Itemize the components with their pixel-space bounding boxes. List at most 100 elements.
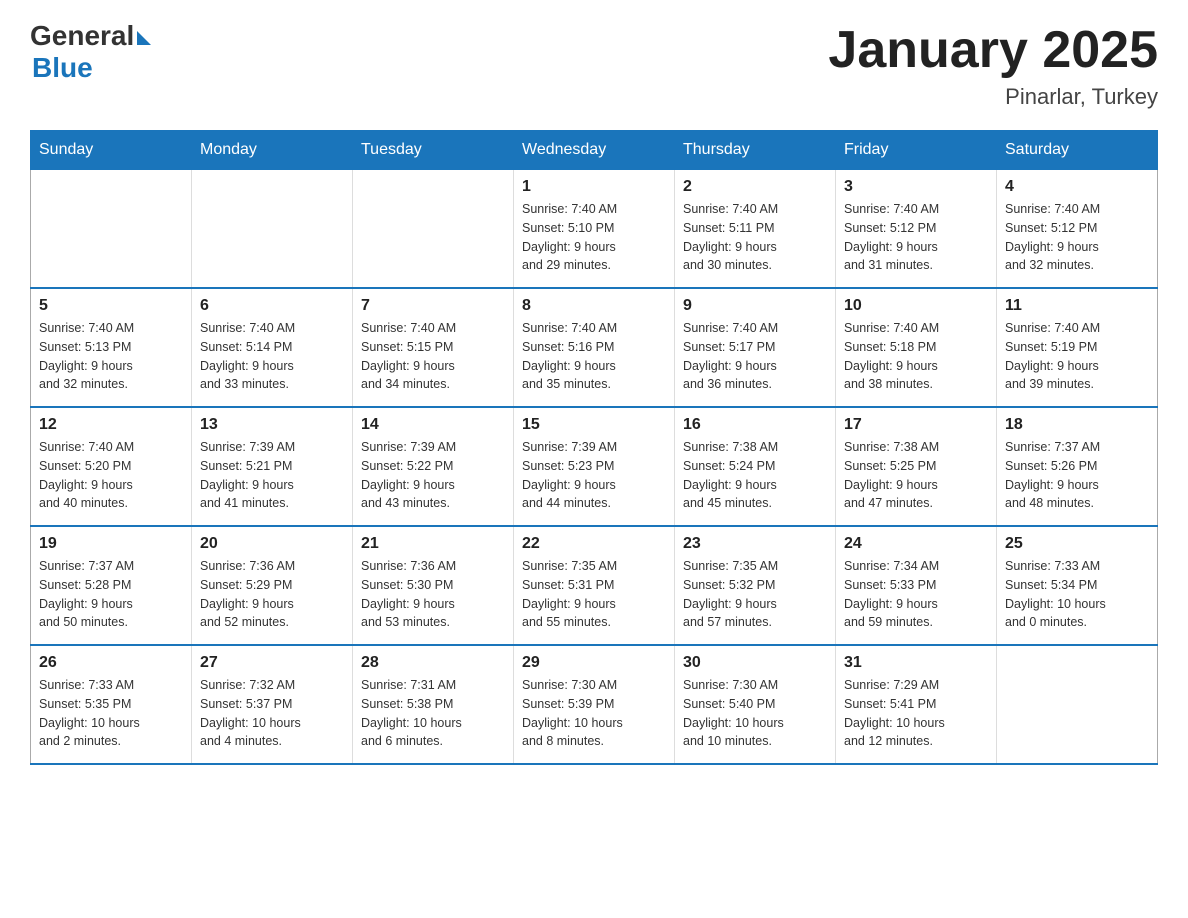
day-info: Sunrise: 7:33 AM Sunset: 5:34 PM Dayligh… xyxy=(1005,557,1149,632)
day-info: Sunrise: 7:33 AM Sunset: 5:35 PM Dayligh… xyxy=(39,676,183,751)
day-info: Sunrise: 7:39 AM Sunset: 5:21 PM Dayligh… xyxy=(200,438,344,513)
day-info: Sunrise: 7:40 AM Sunset: 5:10 PM Dayligh… xyxy=(522,200,666,275)
calendar-week-row: 5 Sunrise: 7:40 AM Sunset: 5:13 PM Daylig… xyxy=(31,288,1158,407)
calendar-cell: 18 Sunrise: 7:37 AM Sunset: 5:26 PM Dayli… xyxy=(997,407,1158,526)
calendar-week-row: 19Sunrise: 7:37 AM Sunset: 5:28 PM Dayli… xyxy=(31,526,1158,645)
day-info: Sunrise: 7:40 AM Sunset: 5:11 PM Dayligh… xyxy=(683,200,827,275)
calendar-cell: 13 Sunrise: 7:39 AM Sunset: 5:21 PM Dayli… xyxy=(192,407,353,526)
day-info: Sunrise: 7:40 AM Sunset: 5:12 PM Dayligh… xyxy=(1005,200,1149,275)
calendar-cell: 26 Sunrise: 7:33 AM Sunset: 5:35 PM Dayli… xyxy=(31,645,192,764)
calendar-cell: 9 Sunrise: 7:40 AM Sunset: 5:17 PM Daylig… xyxy=(675,288,836,407)
day-info: Sunrise: 7:30 AM Sunset: 5:40 PM Dayligh… xyxy=(683,676,827,751)
day-info: Sunrise: 7:40 AM Sunset: 5:14 PM Dayligh… xyxy=(200,319,344,394)
day-number: 15 xyxy=(522,416,666,434)
calendar-cell: 27Sunrise: 7:32 AM Sunset: 5:37 PM Dayli… xyxy=(192,645,353,764)
day-number: 8 xyxy=(522,297,666,315)
day-number: 30 xyxy=(683,654,827,672)
day-number: 13 xyxy=(200,416,344,434)
calendar-table: SundayMondayTuesdayWednesdayThursdayFrid… xyxy=(30,130,1158,765)
weekday-header-wednesday: Wednesday xyxy=(514,131,675,170)
calendar-cell: 28Sunrise: 7:31 AM Sunset: 5:38 PM Dayli… xyxy=(353,645,514,764)
day-info: Sunrise: 7:36 AM Sunset: 5:30 PM Dayligh… xyxy=(361,557,505,632)
calendar-cell: 2 Sunrise: 7:40 AM Sunset: 5:11 PM Daylig… xyxy=(675,170,836,289)
day-number: 5 xyxy=(39,297,183,315)
calendar-cell: 25 Sunrise: 7:33 AM Sunset: 5:34 PM Dayli… xyxy=(997,526,1158,645)
day-info: Sunrise: 7:38 AM Sunset: 5:25 PM Dayligh… xyxy=(844,438,988,513)
logo: General Blue xyxy=(30,20,151,84)
day-info: Sunrise: 7:40 AM Sunset: 5:18 PM Dayligh… xyxy=(844,319,988,394)
calendar-cell: 7 Sunrise: 7:40 AM Sunset: 5:15 PM Daylig… xyxy=(353,288,514,407)
day-info: Sunrise: 7:29 AM Sunset: 5:41 PM Dayligh… xyxy=(844,676,988,751)
day-number: 26 xyxy=(39,654,183,672)
day-info: Sunrise: 7:40 AM Sunset: 5:20 PM Dayligh… xyxy=(39,438,183,513)
calendar-cell: 15 Sunrise: 7:39 AM Sunset: 5:23 PM Dayli… xyxy=(514,407,675,526)
day-number: 7 xyxy=(361,297,505,315)
day-number: 20 xyxy=(200,535,344,553)
calendar-cell: 17 Sunrise: 7:38 AM Sunset: 5:25 PM Dayli… xyxy=(836,407,997,526)
day-number: 9 xyxy=(683,297,827,315)
logo-general-text: General xyxy=(30,20,134,52)
day-info: Sunrise: 7:35 AM Sunset: 5:31 PM Dayligh… xyxy=(522,557,666,632)
calendar-cell xyxy=(192,170,353,289)
day-info: Sunrise: 7:34 AM Sunset: 5:33 PM Dayligh… xyxy=(844,557,988,632)
weekday-header-friday: Friday xyxy=(836,131,997,170)
weekday-header-thursday: Thursday xyxy=(675,131,836,170)
calendar-cell: 16Sunrise: 7:38 AM Sunset: 5:24 PM Dayli… xyxy=(675,407,836,526)
calendar-cell: 19Sunrise: 7:37 AM Sunset: 5:28 PM Dayli… xyxy=(31,526,192,645)
day-info: Sunrise: 7:37 AM Sunset: 5:26 PM Dayligh… xyxy=(1005,438,1149,513)
day-number: 6 xyxy=(200,297,344,315)
calendar-title: January 2025 xyxy=(828,20,1158,80)
day-number: 29 xyxy=(522,654,666,672)
day-number: 22 xyxy=(522,535,666,553)
day-info: Sunrise: 7:30 AM Sunset: 5:39 PM Dayligh… xyxy=(522,676,666,751)
day-number: 27 xyxy=(200,654,344,672)
calendar-cell xyxy=(31,170,192,289)
weekday-header-sunday: Sunday xyxy=(31,131,192,170)
day-number: 28 xyxy=(361,654,505,672)
day-info: Sunrise: 7:39 AM Sunset: 5:23 PM Dayligh… xyxy=(522,438,666,513)
calendar-header-row: SundayMondayTuesdayWednesdayThursdayFrid… xyxy=(31,131,1158,170)
calendar-cell: 23Sunrise: 7:35 AM Sunset: 5:32 PM Dayli… xyxy=(675,526,836,645)
day-info: Sunrise: 7:40 AM Sunset: 5:17 PM Dayligh… xyxy=(683,319,827,394)
day-info: Sunrise: 7:36 AM Sunset: 5:29 PM Dayligh… xyxy=(200,557,344,632)
page-header: General Blue January 2025 Pinarlar, Turk… xyxy=(30,20,1158,110)
day-number: 18 xyxy=(1005,416,1149,434)
calendar-cell: 10Sunrise: 7:40 AM Sunset: 5:18 PM Dayli… xyxy=(836,288,997,407)
day-info: Sunrise: 7:40 AM Sunset: 5:15 PM Dayligh… xyxy=(361,319,505,394)
calendar-cell: 5 Sunrise: 7:40 AM Sunset: 5:13 PM Daylig… xyxy=(31,288,192,407)
day-info: Sunrise: 7:40 AM Sunset: 5:16 PM Dayligh… xyxy=(522,319,666,394)
day-info: Sunrise: 7:38 AM Sunset: 5:24 PM Dayligh… xyxy=(683,438,827,513)
day-number: 17 xyxy=(844,416,988,434)
day-number: 25 xyxy=(1005,535,1149,553)
calendar-cell xyxy=(997,645,1158,764)
day-info: Sunrise: 7:40 AM Sunset: 5:19 PM Dayligh… xyxy=(1005,319,1149,394)
day-number: 12 xyxy=(39,416,183,434)
weekday-header-saturday: Saturday xyxy=(997,131,1158,170)
calendar-cell: 22 Sunrise: 7:35 AM Sunset: 5:31 PM Dayli… xyxy=(514,526,675,645)
calendar-week-row: 1Sunrise: 7:40 AM Sunset: 5:10 PM Daylig… xyxy=(31,170,1158,289)
day-info: Sunrise: 7:39 AM Sunset: 5:22 PM Dayligh… xyxy=(361,438,505,513)
calendar-cell: 1Sunrise: 7:40 AM Sunset: 5:10 PM Daylig… xyxy=(514,170,675,289)
weekday-header-tuesday: Tuesday xyxy=(353,131,514,170)
day-number: 2 xyxy=(683,178,827,196)
day-number: 24 xyxy=(844,535,988,553)
title-area: January 2025 Pinarlar, Turkey xyxy=(828,20,1158,110)
calendar-week-row: 12 Sunrise: 7:40 AM Sunset: 5:20 PM Dayli… xyxy=(31,407,1158,526)
logo-arrow-icon xyxy=(137,31,151,45)
calendar-cell: 3 Sunrise: 7:40 AM Sunset: 5:12 PM Daylig… xyxy=(836,170,997,289)
day-number: 14 xyxy=(361,416,505,434)
calendar-cell: 29 Sunrise: 7:30 AM Sunset: 5:39 PM Dayli… xyxy=(514,645,675,764)
day-number: 11 xyxy=(1005,297,1149,315)
day-info: Sunrise: 7:40 AM Sunset: 5:12 PM Dayligh… xyxy=(844,200,988,275)
day-info: Sunrise: 7:40 AM Sunset: 5:13 PM Dayligh… xyxy=(39,319,183,394)
day-info: Sunrise: 7:35 AM Sunset: 5:32 PM Dayligh… xyxy=(683,557,827,632)
day-number: 4 xyxy=(1005,178,1149,196)
calendar-week-row: 26 Sunrise: 7:33 AM Sunset: 5:35 PM Dayli… xyxy=(31,645,1158,764)
day-number: 3 xyxy=(844,178,988,196)
calendar-cell: 11 Sunrise: 7:40 AM Sunset: 5:19 PM Dayli… xyxy=(997,288,1158,407)
calendar-cell: 24 Sunrise: 7:34 AM Sunset: 5:33 PM Dayli… xyxy=(836,526,997,645)
calendar-cell: 30 Sunrise: 7:30 AM Sunset: 5:40 PM Dayli… xyxy=(675,645,836,764)
calendar-cell: 4 Sunrise: 7:40 AM Sunset: 5:12 PM Daylig… xyxy=(997,170,1158,289)
calendar-cell: 20 Sunrise: 7:36 AM Sunset: 5:29 PM Dayli… xyxy=(192,526,353,645)
day-number: 21 xyxy=(361,535,505,553)
